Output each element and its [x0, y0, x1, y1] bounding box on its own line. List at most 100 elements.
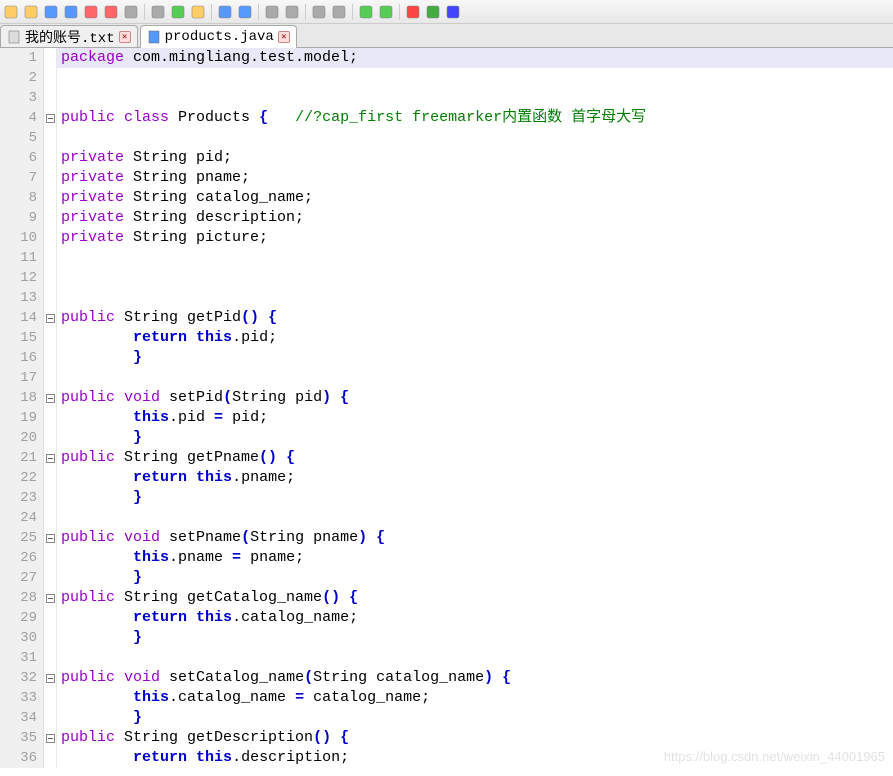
line-number: 21	[0, 448, 37, 468]
copy-icon[interactable]	[169, 3, 187, 21]
code-line[interactable]: }	[57, 628, 893, 648]
code-line[interactable]: private String pid;	[57, 148, 893, 168]
code-line[interactable]: public String getCatalog_name() {	[57, 588, 893, 608]
print-icon[interactable]	[122, 3, 140, 21]
tab-1[interactable]: products.java ✕	[140, 25, 297, 48]
code-line[interactable]: public void setPid(String pid) {	[57, 388, 893, 408]
code-line[interactable]: this.pname = pname;	[57, 548, 893, 568]
code-editor[interactable]: 1234567891011121314151617181920212223242…	[0, 48, 893, 768]
code-line[interactable]: }	[57, 708, 893, 728]
fold-empty	[44, 248, 56, 268]
fold-empty	[44, 688, 56, 708]
code-line[interactable]: private String description;	[57, 208, 893, 228]
tab-label: products.java	[165, 29, 274, 45]
code-line[interactable]: }	[57, 568, 893, 588]
zoom-out-icon[interactable]	[330, 3, 348, 21]
fold-toggle-icon[interactable]	[44, 528, 56, 548]
fold-empty	[44, 568, 56, 588]
fold-empty	[44, 128, 56, 148]
paste-icon[interactable]	[189, 3, 207, 21]
code-line[interactable]: this.catalog_name = catalog_name;	[57, 688, 893, 708]
macro-rec-icon[interactable]	[404, 3, 422, 21]
line-number: 13	[0, 288, 37, 308]
open-icon[interactable]	[22, 3, 40, 21]
code-line[interactable]: public String getDescription() {	[57, 728, 893, 748]
code-line[interactable]: }	[57, 348, 893, 368]
fold-toggle-icon[interactable]	[44, 588, 56, 608]
line-number: 30	[0, 628, 37, 648]
fold-empty	[44, 468, 56, 488]
show-ws-icon[interactable]	[377, 3, 395, 21]
fold-toggle-icon[interactable]	[44, 108, 56, 128]
fold-column	[44, 48, 57, 768]
close-all-icon[interactable]	[102, 3, 120, 21]
fold-toggle-icon[interactable]	[44, 308, 56, 328]
fold-empty	[44, 648, 56, 668]
fold-toggle-icon[interactable]	[44, 448, 56, 468]
fold-empty	[44, 228, 56, 248]
line-number: 18	[0, 388, 37, 408]
save-all-icon[interactable]	[62, 3, 80, 21]
close-icon[interactable]: ✕	[278, 31, 290, 43]
code-area[interactable]: https://blog.csdn.net/weixin_44001965 pa…	[57, 48, 893, 768]
code-line[interactable]	[57, 128, 893, 148]
close-icon[interactable]: ✕	[119, 31, 131, 43]
code-line[interactable]	[57, 88, 893, 108]
line-number: 34	[0, 708, 37, 728]
code-line[interactable]: private String pname;	[57, 168, 893, 188]
line-number: 19	[0, 408, 37, 428]
redo-icon[interactable]	[236, 3, 254, 21]
code-line[interactable]	[57, 648, 893, 668]
new-icon[interactable]	[2, 3, 20, 21]
code-line[interactable]	[57, 248, 893, 268]
code-line[interactable]	[57, 68, 893, 88]
tab-label: 我的账号.txt	[25, 27, 115, 47]
find-icon[interactable]	[263, 3, 281, 21]
fold-empty	[44, 288, 56, 308]
line-number: 29	[0, 608, 37, 628]
fold-empty	[44, 548, 56, 568]
code-line[interactable]	[57, 508, 893, 528]
close-icon[interactable]	[82, 3, 100, 21]
code-line[interactable]: public void setCatalog_name(String catal…	[57, 668, 893, 688]
code-line[interactable]: private String catalog_name;	[57, 188, 893, 208]
line-number: 22	[0, 468, 37, 488]
line-number: 31	[0, 648, 37, 668]
code-line[interactable]: private String picture;	[57, 228, 893, 248]
toolbar	[0, 0, 893, 24]
macro-stop-icon[interactable]	[444, 3, 462, 21]
code-line[interactable]: }	[57, 488, 893, 508]
code-line[interactable]: public void setPname(String pname) {	[57, 528, 893, 548]
code-line[interactable]: public class Products { //?cap_first fre…	[57, 108, 893, 128]
code-line[interactable]	[57, 368, 893, 388]
code-line[interactable]: public String getPname() {	[57, 448, 893, 468]
zoom-in-icon[interactable]	[310, 3, 328, 21]
save-icon[interactable]	[42, 3, 60, 21]
fold-empty	[44, 428, 56, 448]
code-line[interactable]: package com.mingliang.test.model;	[57, 48, 893, 68]
replace-icon[interactable]	[283, 3, 301, 21]
fold-toggle-icon[interactable]	[44, 388, 56, 408]
code-line[interactable]: public String getPid() {	[57, 308, 893, 328]
code-line[interactable]: }	[57, 428, 893, 448]
fold-toggle-icon[interactable]	[44, 728, 56, 748]
fold-empty	[44, 408, 56, 428]
undo-icon[interactable]	[216, 3, 234, 21]
macro-play-icon[interactable]	[424, 3, 442, 21]
code-line[interactable]: return this.catalog_name;	[57, 608, 893, 628]
line-number: 6	[0, 148, 37, 168]
fold-toggle-icon[interactable]	[44, 668, 56, 688]
code-line[interactable]	[57, 268, 893, 288]
code-line[interactable]	[57, 288, 893, 308]
toolbar-separator	[352, 4, 353, 20]
wrap-icon[interactable]	[357, 3, 375, 21]
code-line[interactable]: return this.pid;	[57, 328, 893, 348]
text-file-icon	[7, 30, 21, 44]
cut-icon[interactable]	[149, 3, 167, 21]
code-line[interactable]: this.pid = pid;	[57, 408, 893, 428]
tab-0[interactable]: 我的账号.txt ✕	[0, 25, 138, 47]
code-line[interactable]: return this.pname;	[57, 468, 893, 488]
line-number: 15	[0, 328, 37, 348]
fold-empty	[44, 68, 56, 88]
line-number: 3	[0, 88, 37, 108]
